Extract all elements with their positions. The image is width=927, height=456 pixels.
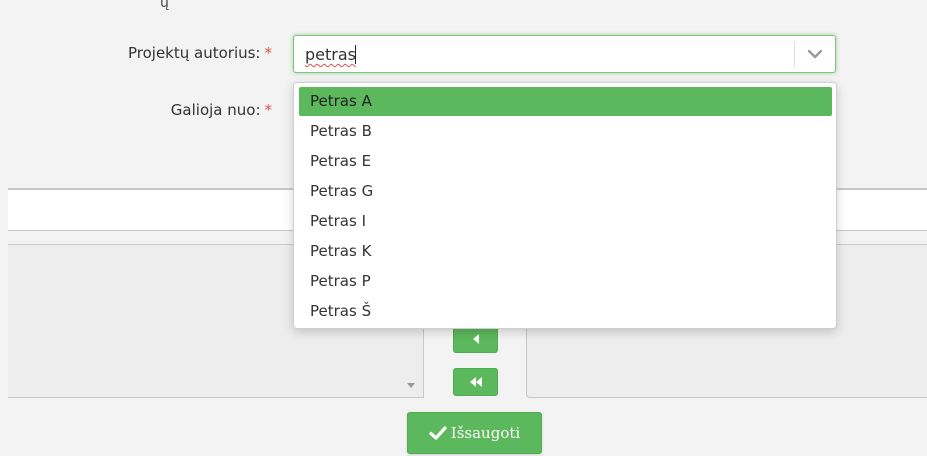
check-icon (429, 426, 447, 440)
select-separator (794, 41, 795, 67)
dropdown-option[interactable]: Petras I (299, 206, 832, 236)
save-button[interactable]: Išsaugoti (407, 412, 542, 454)
author-search-input[interactable]: petras (305, 45, 356, 64)
dropdown-option[interactable]: Petras Š (299, 296, 832, 326)
save-button-label: Išsaugoti (450, 424, 521, 442)
clipped-text-fragment: ų (160, 0, 169, 11)
scroll-down-arrow-icon[interactable] (407, 383, 415, 388)
required-mark: * (264, 44, 273, 62)
author-label-row: Projektų autorius: * (0, 44, 272, 62)
author-select[interactable]: petras (293, 35, 836, 73)
dropdown-option[interactable]: Petras A (299, 87, 832, 116)
valid-from-label: Galioja nuo: (170, 101, 261, 119)
double-chevron-left-icon (469, 377, 482, 387)
author-dropdown[interactable]: Petras A Petras B Petras E Petras G Petr… (293, 82, 837, 329)
dropdown-option[interactable]: Petras E (299, 146, 832, 176)
move-left-button[interactable] (453, 325, 498, 353)
caret-left-icon (472, 334, 479, 344)
author-label: Projektų autorius: (127, 44, 261, 62)
dropdown-option[interactable]: Petras P (299, 266, 832, 296)
dropdown-option[interactable]: Petras B (299, 116, 832, 146)
dropdown-option[interactable]: Petras G (299, 176, 832, 206)
required-mark: * (264, 101, 273, 119)
chevron-down-icon[interactable] (805, 45, 825, 63)
dropdown-option[interactable]: Petras K (299, 236, 832, 266)
text-cursor (355, 45, 356, 64)
valid-from-label-row: Galioja nuo: * (0, 101, 272, 119)
move-all-left-button[interactable] (453, 368, 498, 396)
